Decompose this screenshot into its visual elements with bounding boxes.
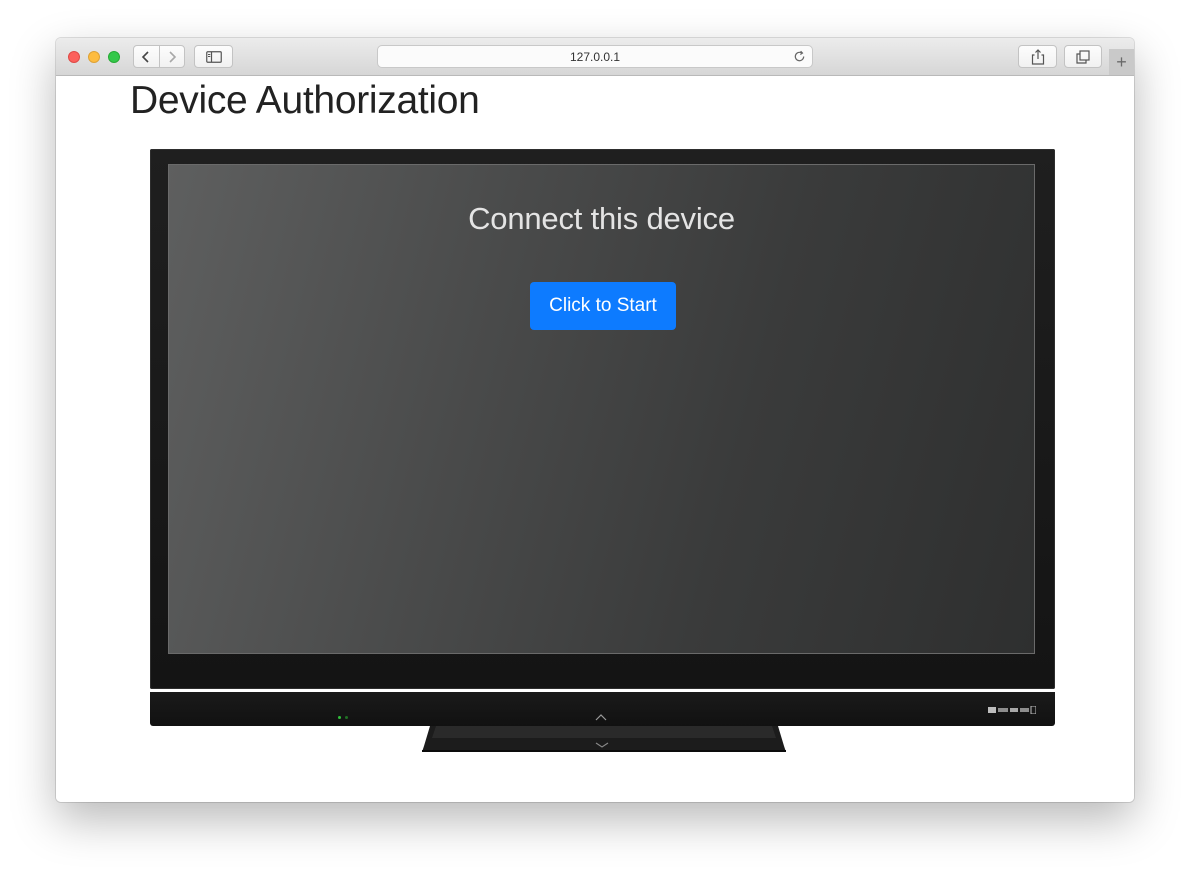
maximize-window-button[interactable]: [108, 51, 120, 63]
page-content: Device Authorization Connect this device…: [56, 76, 1134, 802]
sidebar-icon: [205, 50, 222, 63]
minimize-window-button[interactable]: [88, 51, 100, 63]
back-button[interactable]: [134, 46, 159, 67]
sidebar-button[interactable]: [194, 45, 233, 68]
share-icon: [1031, 48, 1044, 65]
share-button[interactable]: [1018, 45, 1057, 68]
browser-toolbar: 127.0.0.1 +: [56, 38, 1134, 76]
close-window-button[interactable]: [68, 51, 80, 63]
status-led-icon: [345, 716, 348, 719]
address-bar[interactable]: 127.0.0.1: [377, 45, 813, 68]
chevron-up-icon: [595, 714, 607, 721]
tab-overview-button[interactable]: [1064, 45, 1102, 68]
navigation-buttons: [133, 45, 185, 68]
browser-window: 127.0.0.1 + Device Authorization Connect…: [56, 38, 1134, 802]
tv-logos-icon: [988, 706, 1036, 714]
tv-screen: Connect this device Click to Start: [168, 164, 1035, 654]
reload-icon[interactable]: [793, 50, 806, 63]
forward-button[interactable]: [158, 46, 185, 67]
start-button[interactable]: Click to Start: [530, 282, 676, 330]
chevron-left-icon: [142, 50, 149, 63]
chevron-right-icon: [169, 50, 176, 63]
tv-stand: [422, 726, 786, 752]
url-text: 127.0.0.1: [569, 50, 621, 64]
tabs-icon: [1076, 49, 1090, 64]
page-title: Device Authorization: [130, 79, 480, 122]
new-tab-button[interactable]: +: [1109, 49, 1134, 75]
connect-heading: Connect this device: [468, 201, 735, 236]
power-led-icon: [338, 716, 341, 719]
